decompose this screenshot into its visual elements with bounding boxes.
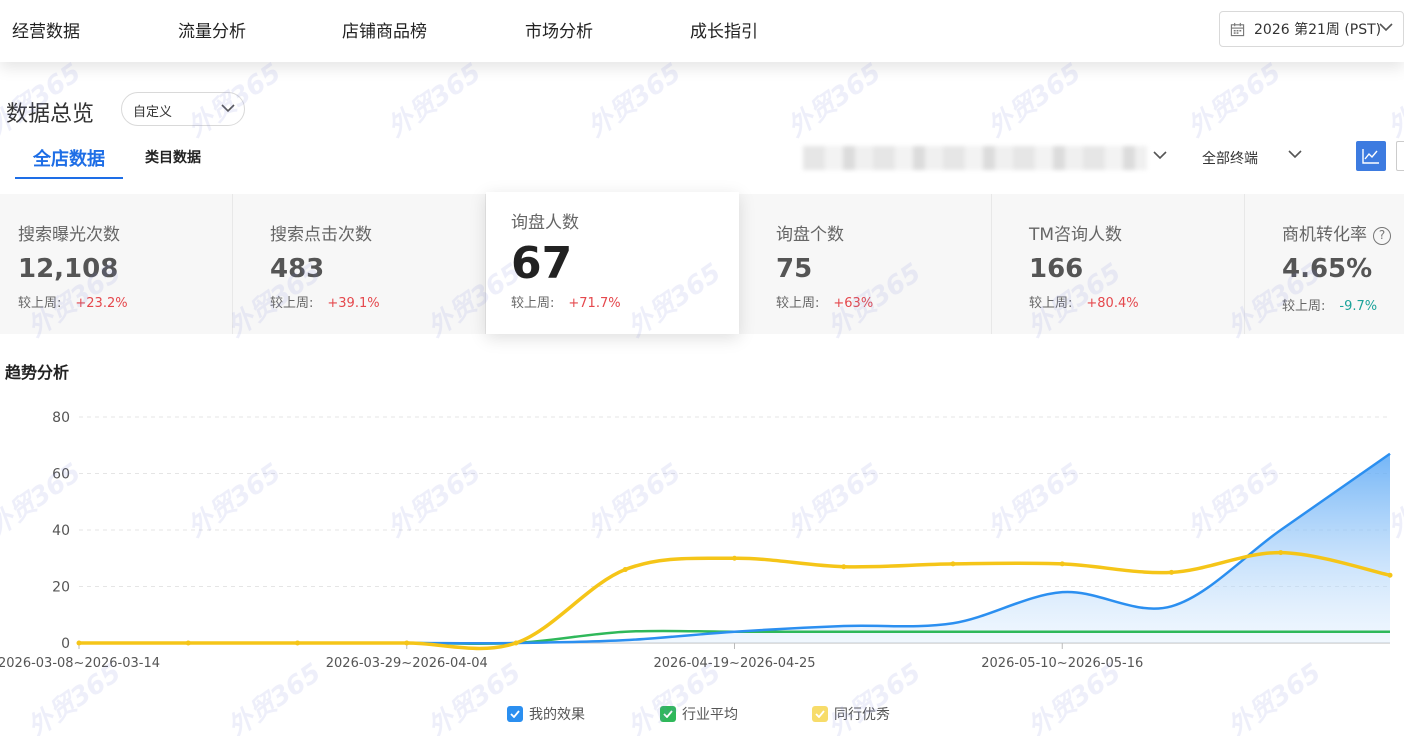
kpi-row: 搜索曝光次数 12,108 较上周: +23.2% 搜索点击次数 483 较上周:… (0, 192, 1404, 334)
nav-item-business-data[interactable]: 经营数据 (12, 17, 80, 42)
date-range-select[interactable]: 2026 第21周 (PST) (1219, 11, 1404, 47)
nav-item-traffic-analysis[interactable]: 流量分析 (178, 17, 246, 42)
calendar-icon (1230, 22, 1245, 36)
legend-label: 我的效果 (529, 707, 585, 723)
kpi-change: +23.2% (75, 296, 128, 311)
kpi-compare: 较上周: +63% (776, 292, 873, 311)
period-select[interactable]: 自定义 (121, 92, 245, 126)
series-peer-best-point (1387, 572, 1393, 578)
legend-item-industry-avg[interactable]: 行业平均 (660, 704, 738, 724)
nav-item-growth-guide[interactable]: 成长指引 (690, 17, 758, 42)
series-peer-best-point (1278, 550, 1284, 556)
kpi-value: 4.65% (1282, 254, 1373, 284)
kpi-change: +63% (833, 296, 874, 311)
kpi-value: 75 (776, 254, 813, 284)
kpi-label: 商机转化率? (1282, 220, 1391, 245)
x-tick-label: 2026-03-08~2026-03-14 (0, 656, 160, 671)
kpi-compare-label: 较上周: (511, 296, 555, 311)
kpi-value: 483 (270, 254, 325, 284)
series-peer-best-point (841, 564, 847, 570)
series-mine-area (79, 453, 1390, 644)
nav-item-market-analysis[interactable]: 市场分析 (525, 17, 593, 42)
kpi-card-tm-consult-users[interactable]: TM咨询人数 166 较上周: +80.4% (992, 194, 1245, 334)
line-chart-icon (1362, 149, 1379, 164)
top-nav: 经营数据 流量分析 店铺商品榜 市场分析 成长指引 2026 第21周 (PST… (0, 0, 1404, 62)
kpi-change: -9.7% (1339, 299, 1378, 314)
legend-label: 同行优秀 (834, 707, 890, 723)
date-range-label: 2026 第21周 (PST) (1254, 22, 1382, 38)
kpi-compare: 较上周: -9.7% (1282, 295, 1377, 314)
series-peer-best-point (1169, 569, 1174, 575)
checkbox-checked-icon[interactable] (507, 706, 523, 722)
kpi-compare: 较上周: +23.2% (18, 292, 128, 311)
kpi-card-search-clicks[interactable]: 搜索点击次数 483 较上周: +39.1% (233, 194, 486, 334)
series-peer-best-point (185, 640, 191, 646)
series-peer-best-point (295, 640, 300, 646)
terminal-select-label: 全部终端 (1202, 151, 1258, 167)
kpi-change: +80.4% (1086, 296, 1139, 311)
kpi-compare: 较上周: +39.1% (270, 292, 380, 311)
series-peer-best-point (513, 640, 519, 646)
series-peer-best-point (622, 567, 628, 573)
y-tick-label: 40 (52, 523, 70, 539)
legend-item-peer-best[interactable]: 同行优秀 (812, 704, 890, 724)
kpi-value: 166 (1029, 254, 1084, 284)
trend-title: 趋势分析 (5, 363, 70, 382)
chevron-down-icon[interactable] (1153, 151, 1167, 160)
terminal-select[interactable]: 全部终端 (1202, 148, 1302, 168)
y-tick-label: 20 (52, 580, 70, 596)
x-tick-label: 2026-05-10~2026-05-16 (981, 656, 1143, 671)
series-peer-best-point (76, 640, 82, 646)
kpi-card-search-impressions[interactable]: 搜索曝光次数 12,108 较上周: +23.2% (0, 194, 233, 334)
trend-chart: 0 20 40 60 80 2026-03-08~2026-03-14 2026-03-29… (0, 410, 1393, 671)
kpi-value: 67 (511, 238, 573, 289)
nav-item-store-product-ranking[interactable]: 店铺商品榜 (342, 17, 427, 42)
tab-store-data[interactable]: 全店数据 (15, 140, 123, 179)
checkbox-checked-icon[interactable] (812, 706, 828, 722)
x-tick-label: 2026-04-19~2026-04-25 (654, 656, 816, 671)
kpi-change: +39.1% (327, 296, 380, 311)
kpi-compare-label: 较上周: (776, 296, 820, 311)
line-chart-view-button[interactable] (1356, 141, 1386, 171)
kpi-label: 搜索曝光次数 (18, 225, 120, 245)
kpi-compare-label: 较上周: (1282, 299, 1326, 314)
x-tick-label: 2026-03-29~2026-04-04 (326, 656, 488, 671)
legend-label: 行业平均 (682, 707, 738, 723)
series-peer-best-point (404, 640, 410, 646)
chevron-down-icon (221, 104, 235, 113)
help-icon[interactable]: ? (1373, 227, 1391, 245)
kpi-card-inquiry-count[interactable]: 询盘个数 75 较上周: +63% (739, 194, 992, 334)
kpi-label: 询盘个数 (776, 225, 844, 245)
kpi-card-conversion-rate[interactable]: 商机转化率? 4.65% 较上周: -9.7% (1245, 194, 1404, 334)
kpi-label: TM咨询人数 (1029, 225, 1123, 245)
legend-item-mine[interactable]: 我的效果 (507, 704, 585, 724)
kpi-compare-label: 较上周: (1029, 296, 1073, 311)
page-title: 数据总览 (6, 102, 95, 127)
kpi-label-text: 商机转化率 (1282, 225, 1367, 245)
y-tick-label: 0 (61, 636, 70, 652)
kpi-label: 询盘人数 (511, 213, 579, 233)
chevron-down-icon (1288, 150, 1302, 159)
kpi-value: 12,108 (18, 254, 119, 284)
kpi-change: +71.7% (568, 296, 621, 311)
kpi-label: 搜索点击次数 (270, 225, 372, 245)
chevron-down-icon (1379, 23, 1393, 32)
tab-category-data[interactable]: 类目数据 (145, 147, 201, 167)
kpi-compare-label: 较上周: (18, 296, 62, 311)
kpi-compare-label: 较上周: (270, 296, 314, 311)
series-peer-best-point (950, 561, 956, 567)
overview-section (0, 62, 1404, 194)
kpi-compare: 较上周: +71.7% (511, 292, 621, 311)
y-tick-label: 80 (52, 410, 70, 426)
series-peer-best-point (1059, 561, 1065, 567)
kpi-compare: 较上周: +80.4% (1029, 292, 1139, 311)
kpi-card-inquiry-users[interactable]: 询盘人数 67 较上周: +71.7% (486, 192, 739, 334)
redacted-filter[interactable] (803, 146, 1147, 170)
y-tick-label: 60 (52, 467, 70, 483)
series-peer-best-point (732, 555, 737, 561)
table-view-button[interactable] (1396, 141, 1404, 171)
checkbox-checked-icon[interactable] (660, 706, 676, 722)
period-select-label: 自定义 (133, 105, 173, 120)
